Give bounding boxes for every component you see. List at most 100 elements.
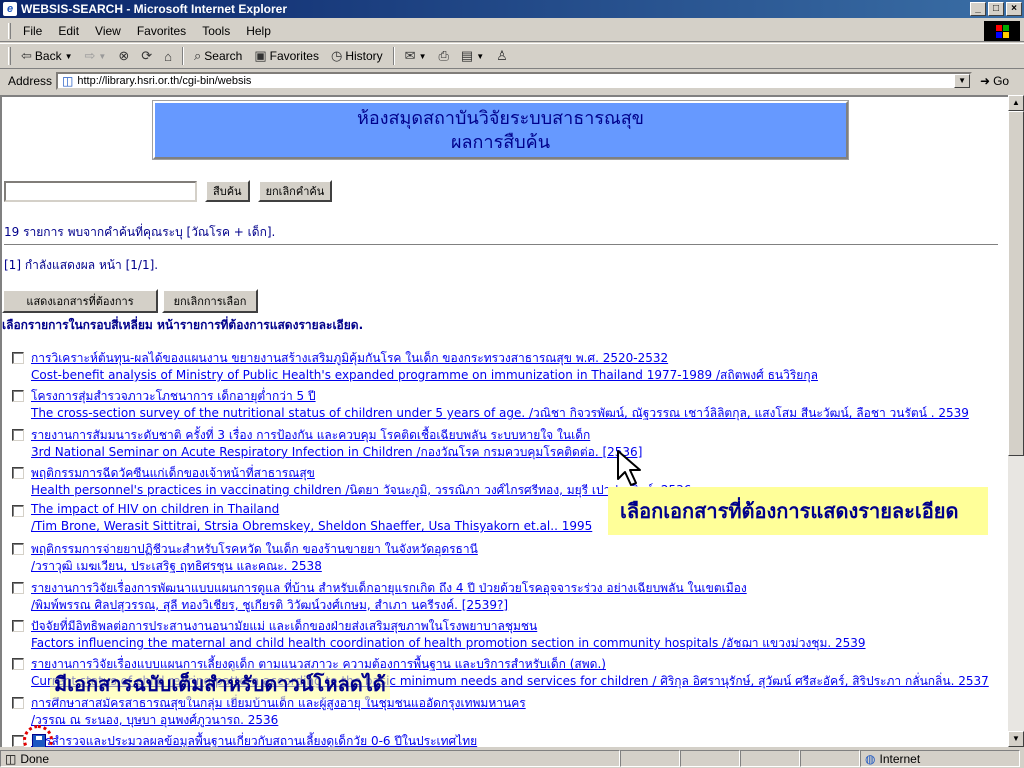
history-button[interactable]: ◷ History <box>325 45 389 67</box>
result-checkbox[interactable] <box>12 696 24 709</box>
result-detail-link[interactable]: /Tim Brone, Werasit Sittitrai, Strsia Ob… <box>31 519 592 533</box>
search-button[interactable]: ⌕ Search <box>188 45 248 67</box>
callout-select-document: เลือกเอกสารที่ต้องการแสดงรายละเอียด <box>608 487 988 535</box>
address-label: Address <box>8 74 53 88</box>
page-indicator: [1] กำลังแสดงผล หน้า [1/1]. <box>4 258 159 272</box>
result-checkbox[interactable] <box>12 658 24 671</box>
back-button[interactable]: ⇦ Back ▼ <box>15 45 79 67</box>
search-row: สืบค้น ยกเลิกคำค้น <box>4 180 333 202</box>
ie-icon: e <box>3 2 17 16</box>
show-selected-button[interactable]: แสดงเอกสารที่ต้องการ <box>2 289 158 313</box>
menu-edit[interactable]: Edit <box>50 24 87 38</box>
result-detail-link[interactable]: /พิมพ์พรรณ ศิลปสุวรรณ, สุลี ทองวิเชียร, … <box>31 596 508 615</box>
forward-button[interactable]: ⇨ ▼ <box>79 45 113 67</box>
security-zone-cell: ◍ Internet <box>860 750 1020 767</box>
security-zone: Internet <box>879 751 921 766</box>
result-detail-link[interactable]: 3rd National Seminar on Acute Respirator… <box>31 443 642 462</box>
menu-favorites[interactable]: Favorites <box>129 24 194 38</box>
status-empty-cell <box>740 750 800 767</box>
banner-title: ห้องสมุดสถาบันวิจัยระบบสาธารณสุข <box>357 108 644 129</box>
page-content: ห้องสมุดสถาบันวิจัยระบบสาธารณสุข ผลการสื… <box>0 95 1008 747</box>
stop-icon: ⊗ <box>118 48 130 63</box>
toolbar-separator <box>182 47 185 65</box>
result-checkbox[interactable] <box>12 466 24 479</box>
result-detail-link[interactable]: /วราวุฒิ เมฆเวียน, ประเสริฐ ฤทธิศรชุน แล… <box>31 557 322 576</box>
status-text-cell: ◫ Done <box>0 750 620 767</box>
close-button[interactable]: × <box>1006 2 1022 16</box>
vertical-scrollbar[interactable]: ▲ ▼ <box>1008 95 1024 747</box>
toolbar-separator <box>392 47 395 65</box>
scroll-thumb[interactable] <box>1008 111 1024 456</box>
history-icon: ◷ <box>330 48 343 63</box>
refresh-button[interactable]: ⟳ <box>135 45 158 67</box>
minimize-button[interactable]: _ <box>970 2 986 16</box>
result-checkbox[interactable] <box>12 390 24 403</box>
result-checkbox[interactable] <box>12 352 24 364</box>
search-submit-button[interactable]: สืบค้น <box>205 180 250 202</box>
mail-icon: ✉ <box>404 48 416 63</box>
cancel-selection-button[interactable]: ยกเลิกการเลือก <box>162 289 258 313</box>
result-title-link[interactable]: The impact of HIV on children in Thailan… <box>31 502 279 516</box>
mail-button[interactable]: ✉ ▼ <box>399 45 433 67</box>
forward-dropdown-icon: ▼ <box>98 51 107 61</box>
page-done-icon: ◫ <box>5 751 17 766</box>
banner-subtitle: ผลการสืบค้น <box>450 132 550 153</box>
edit-icon: ▤ <box>460 48 474 63</box>
search-icon: ⌕ <box>194 48 202 63</box>
library-banner: ห้องสมุดสถาบันวิจัยระบบสาธารณสุข ผลการสื… <box>153 101 848 159</box>
status-empty-cell <box>620 750 680 767</box>
refresh-icon: ⟳ <box>141 48 153 63</box>
home-button[interactable]: ⌂ <box>158 45 178 67</box>
status-bar: ◫ Done ◍ Internet <box>0 749 1024 768</box>
result-checkbox[interactable] <box>12 620 24 633</box>
scroll-down-button[interactable]: ▼ <box>1008 731 1024 747</box>
scroll-up-button[interactable]: ▲ <box>1008 95 1024 111</box>
result-detail-link[interactable]: Health personnel's practices in vaccinat… <box>31 481 691 500</box>
globe-icon: ◍ <box>865 751 876 766</box>
result-count: 19 รายการ พบจากคำค้นที่คุณระบุ [วัณโรค +… <box>4 225 276 239</box>
result-detail-link[interactable]: Factors influencing the maternal and chi… <box>31 634 866 653</box>
window-controls: _ □ × <box>970 2 1022 16</box>
result-title-link[interactable]: การสำรวจและประมวลผลข้อมูลพื้นฐานเกี่ยวกั… <box>31 732 477 747</box>
result-checkbox[interactable] <box>12 581 24 594</box>
menu-help[interactable]: Help <box>238 24 279 38</box>
address-dropdown-icon[interactable]: ▼ <box>954 74 971 88</box>
messenger-icon: ♙ <box>496 48 508 63</box>
address-bar: Address ◫ http://library.hsri.or.th/cgi-… <box>0 70 1024 92</box>
go-arrow-icon: ➜ <box>980 74 991 88</box>
maximize-button[interactable]: □ <box>988 2 1004 16</box>
floppy-disk-icon <box>32 734 46 747</box>
result-item: พฤติกรรมการจ่ายยาปฏิชีวนะสำหรับโรคหวัด ใ… <box>10 540 1005 578</box>
edit-button[interactable]: ▤ ▼ <box>455 45 490 67</box>
result-detail-link[interactable]: Cost-benefit analysis of Ministry of Pub… <box>31 366 818 385</box>
result-item: รายงานการวิจัยเรื่องการพัฒนาแบบแผนการดูแ… <box>10 579 1005 617</box>
result-detail-link[interactable]: /วรรณ ณ ระนอง, บุษบา อุนพงศ์ภูวนารถ. 253… <box>31 711 278 730</box>
print-button[interactable]: ⎙ <box>433 45 455 67</box>
go-button[interactable]: ➜ Go <box>980 74 1009 88</box>
callout-fulltext-download: มีเอกสารฉบับเต็มสำหรับดาวน์โหลดได้ <box>50 669 390 699</box>
home-icon: ⌂ <box>164 48 173 64</box>
menu-tools[interactable]: Tools <box>194 24 238 38</box>
menu-view[interactable]: View <box>87 24 129 38</box>
status-empty-cell <box>680 750 740 767</box>
messenger-button[interactable]: ♙ <box>490 45 514 67</box>
stop-button[interactable]: ⊗ <box>112 45 135 67</box>
divider <box>4 244 998 246</box>
clear-keyword-button[interactable]: ยกเลิกคำค้น <box>257 180 333 202</box>
result-checkbox[interactable] <box>12 505 24 518</box>
address-field[interactable]: ◫ http://library.hsri.or.th/cgi-bin/webs… <box>56 72 973 90</box>
result-item: โครงการสุ่มสำรวจภาวะโภชนาการ เด็กอายุต่ำ… <box>10 387 1005 425</box>
fulltext-download-icon[interactable] <box>23 725 53 747</box>
back-arrow-icon: ⇦ <box>21 48 32 63</box>
result-item: การศึกษาสาสมัครสาธารณสุขในกลุ่ม เยี่ยมบ้… <box>10 694 1005 732</box>
edit-dropdown-icon: ▼ <box>476 51 485 61</box>
forward-arrow-icon: ⇨ <box>84 48 96 63</box>
menu-file[interactable]: File <box>15 24 50 38</box>
result-checkbox[interactable] <box>12 543 24 556</box>
result-checkbox[interactable] <box>12 428 24 441</box>
favorites-button[interactable]: ▣ Favorites <box>248 45 325 67</box>
search-input[interactable] <box>4 180 197 202</box>
status-text: Done <box>20 751 50 766</box>
instruction-text: เลือกรายการในกรอบสี่เหลี่ยม หน้ารายการที… <box>2 318 364 332</box>
result-detail-link[interactable]: The cross-section survey of the nutritio… <box>31 404 969 423</box>
